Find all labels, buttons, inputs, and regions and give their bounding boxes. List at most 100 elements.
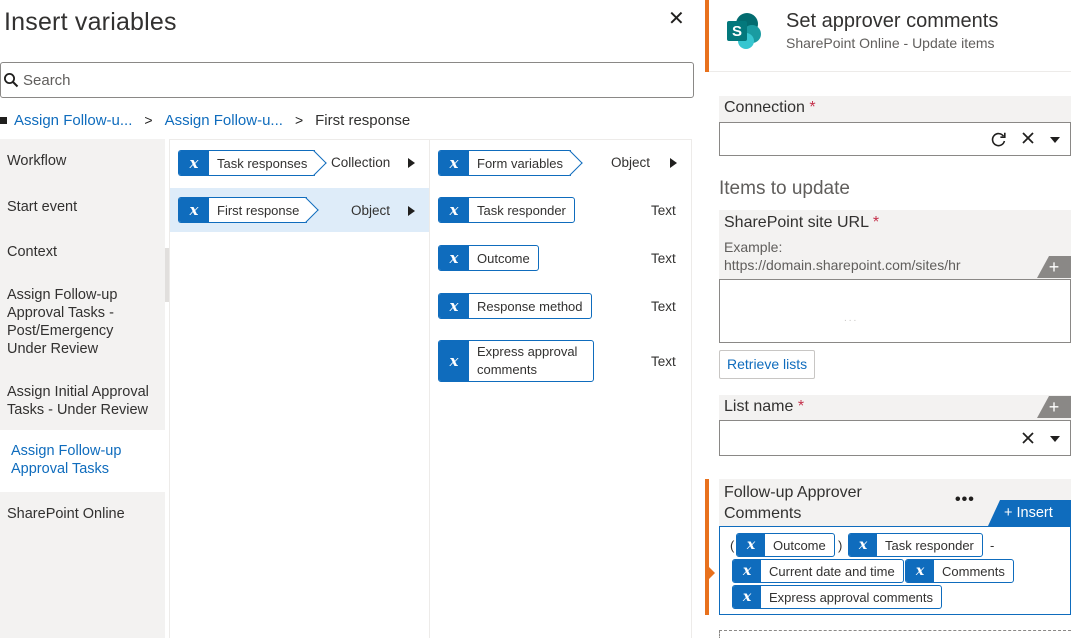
nav-item-context[interactable]: Context	[0, 243, 165, 261]
dash-text: -	[990, 538, 995, 553]
breadcrumb: Assign Follow-u... > Assign Follow-u... …	[0, 110, 410, 130]
variable-chip[interactable]: x Task responder	[438, 197, 575, 223]
refresh-icon[interactable]	[990, 131, 1007, 152]
variable-chip[interactable]: x Express approval comments	[438, 340, 594, 382]
connection-select[interactable]	[719, 122, 1071, 156]
token-chip-task-responder[interactable]: x Task responder	[848, 533, 983, 557]
variables-column-2: x Task responses Collection x First resp…	[169, 139, 429, 638]
more-options-icon[interactable]: •••	[955, 491, 975, 509]
token-chip-current-date[interactable]: x Current date and time	[732, 559, 904, 583]
token-chip-outcome[interactable]: x Outcome	[736, 533, 835, 557]
variable-chip[interactable]: x Task responses	[178, 150, 316, 176]
variable-x-icon: x	[439, 151, 469, 175]
nav-item-followup-post-emergency[interactable]: Assign Follow-up Approval Tasks - Post/E…	[0, 286, 150, 358]
token-label: Task responder	[885, 537, 974, 553]
variable-row-outcome[interactable]: x Outcome Text	[430, 236, 691, 280]
list-name-select[interactable]	[719, 420, 1071, 456]
close-paren-text: )	[838, 538, 843, 553]
variable-name: Express approval comments	[477, 344, 578, 377]
variable-row-first-response[interactable]: x First response Object	[170, 188, 429, 232]
expand-caret-icon[interactable]	[670, 158, 677, 168]
variable-x-icon: x	[179, 151, 209, 175]
breadcrumb-root-icon	[0, 116, 7, 124]
nav-item-sharepoint-online[interactable]: SharePoint Online	[0, 505, 165, 523]
variable-x-icon: x	[737, 534, 765, 556]
required-marker: *	[809, 99, 816, 116]
breadcrumb-item-1[interactable]: Assign Follow-u...	[14, 112, 132, 129]
nav-item-start-event[interactable]: Start event	[0, 198, 165, 216]
search-input[interactable]	[23, 71, 683, 89]
sharepoint-logo-icon: S	[725, 12, 763, 50]
expand-caret-icon[interactable]	[408, 206, 415, 216]
variable-chip[interactable]: x Response method	[438, 293, 592, 319]
token-label: Express approval comments	[769, 589, 934, 605]
breadcrumb-item-2[interactable]: Assign Follow-u...	[165, 112, 283, 129]
open-paren-text: (	[730, 538, 735, 553]
chevron-down-icon[interactable]	[1050, 436, 1060, 442]
search-icon	[3, 72, 19, 88]
field-focus-marker-icon	[709, 567, 715, 579]
insert-variables-panel: Insert variables ✕ Assign Follow-u... > …	[0, 0, 700, 638]
variable-x-icon: x	[439, 246, 469, 270]
variable-row-form-variables[interactable]: x Form variables Object	[430, 140, 691, 184]
list-name-label: List name	[724, 398, 794, 415]
variable-name: Form variables	[477, 155, 563, 171]
token-chip-express-approval-comments[interactable]: x Express approval comments	[732, 585, 943, 609]
variable-row-task-responder[interactable]: x Task responder Text	[430, 188, 691, 232]
clear-icon[interactable]	[1021, 431, 1035, 449]
clear-icon[interactable]	[1021, 131, 1035, 149]
variable-x-icon: x	[733, 586, 761, 608]
variable-name: Response method	[477, 298, 583, 314]
required-marker: *	[797, 398, 805, 415]
variable-row-task-responses[interactable]: x Task responses Collection	[170, 140, 429, 184]
token-label: Comments	[942, 563, 1005, 579]
site-url-label: SharePoint site URL	[724, 214, 869, 231]
token-label: Outcome	[773, 537, 826, 553]
followup-comments-label: Follow-up Approver Comments	[724, 482, 862, 524]
breadcrumb-current: First response	[315, 111, 411, 129]
insert-variable-button[interactable]: + Insert	[988, 500, 1071, 526]
required-marker: *	[872, 214, 880, 231]
variable-type: Collection	[331, 155, 391, 170]
site-url-input[interactable]: ...	[719, 279, 1071, 343]
followup-comments-editor[interactable]: ( x Outcome ) x Task responder - x Curre…	[719, 526, 1071, 615]
close-icon[interactable]: ✕	[668, 6, 685, 31]
variable-row-express-approval-comments[interactable]: x Express approval comments Text	[430, 332, 691, 392]
variable-name: Task responses	[217, 155, 308, 171]
expand-caret-icon[interactable]	[408, 158, 415, 168]
variable-row-response-method[interactable]: x Response method Text	[430, 284, 691, 328]
next-field-outline	[719, 630, 1071, 638]
breadcrumb-separator: >	[144, 112, 153, 128]
variable-name: Task responder	[477, 202, 566, 218]
nav-item-initial-approval[interactable]: Assign Initial Approval Tasks - Under Re…	[0, 383, 160, 419]
list-name-label-bar: List name *	[719, 395, 1071, 420]
chevron-down-icon[interactable]	[1050, 137, 1060, 143]
site-url-example-value: https://domain.sharepoint.com/sites/hr	[724, 257, 961, 273]
section-title: Items to update	[719, 178, 850, 199]
search-box[interactable]	[0, 62, 694, 98]
variable-type: Object	[611, 155, 651, 170]
variable-type: Text	[651, 251, 676, 266]
action-config-panel: S Set approver comments SharePoint Onlin…	[705, 0, 1071, 638]
token-label: Current date and time	[769, 563, 895, 579]
variable-chip[interactable]: x First response	[178, 197, 308, 223]
retrieve-lists-button[interactable]: Retrieve lists	[719, 350, 816, 379]
variable-name: Outcome	[477, 250, 530, 266]
variable-chip[interactable]: x Form variables	[438, 150, 571, 176]
site-url-faint-value: ...	[844, 313, 859, 324]
variable-x-icon: x	[906, 560, 934, 582]
nav-item-workflow[interactable]: Workflow	[0, 152, 165, 170]
header-divider	[709, 71, 1071, 72]
token-chip-comments[interactable]: x Comments	[905, 559, 1014, 583]
connection-label: Connection	[724, 99, 805, 116]
field-accent-bar	[705, 479, 709, 615]
variable-chip[interactable]: x Outcome	[438, 245, 539, 271]
site-url-example-label: Example:	[724, 239, 783, 255]
breadcrumb-separator: >	[294, 112, 304, 128]
variable-type: Text	[651, 203, 676, 218]
action-subtitle: SharePoint Online - Update items	[786, 35, 995, 51]
nav-item-followup-approval[interactable]: Assign Follow-up Approval Tasks	[0, 430, 165, 492]
panel-title: Insert variables	[4, 8, 177, 36]
variable-category-nav: Workflow Start event Context Assign Foll…	[0, 139, 165, 638]
variables-column-3: x Form variables Object x Task responder…	[429, 139, 692, 638]
